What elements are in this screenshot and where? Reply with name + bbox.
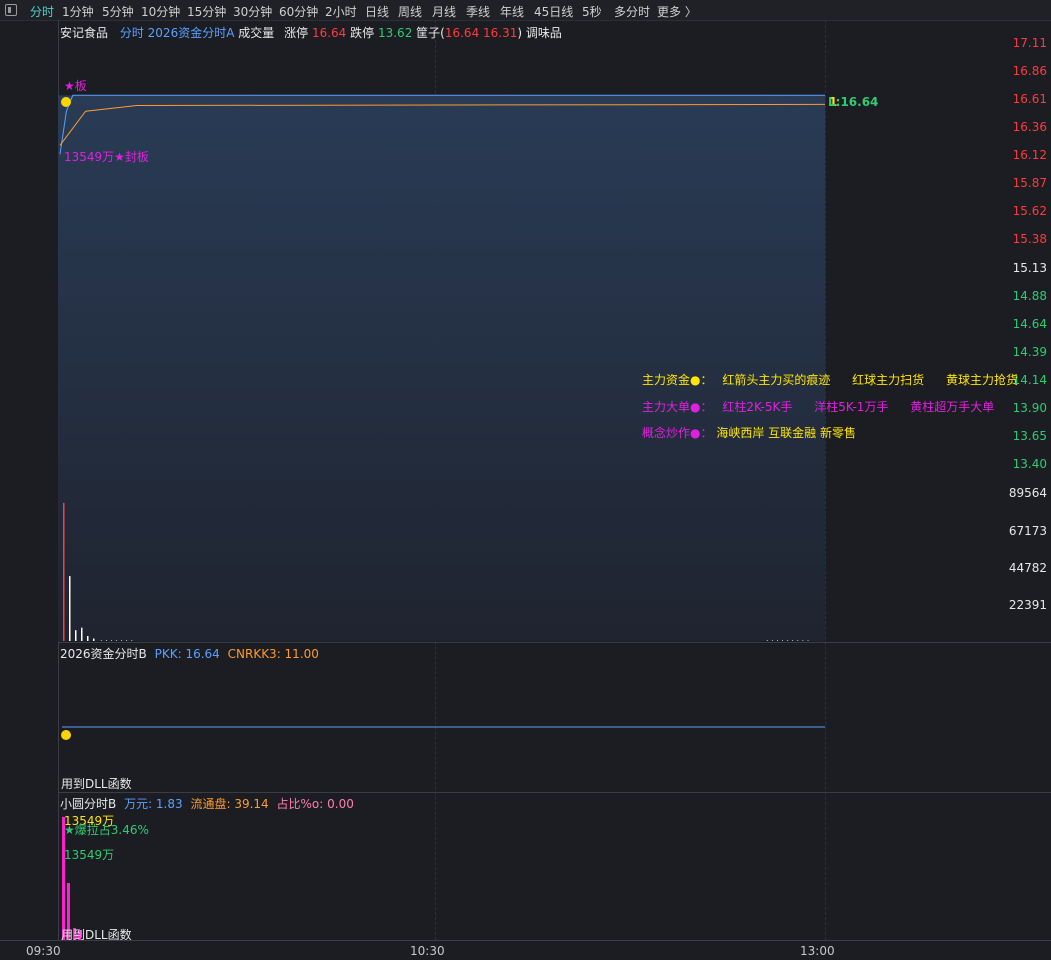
volume-bar bbox=[75, 630, 77, 641]
note-title: 主力大单●： bbox=[642, 400, 713, 414]
seal-board-tag: 13549万★封板 bbox=[64, 150, 149, 164]
note-item: 洋柱5K-1万手 bbox=[814, 400, 889, 414]
panel-c-title[interactable]: 小圆分时B bbox=[60, 797, 116, 811]
volume-bar bbox=[69, 576, 71, 641]
volume-dot-row: . . . . . . . bbox=[100, 634, 133, 643]
note-row-big-orders: 主力大单●： 红柱2K-5K手 洋柱5K-1万手 黄柱超万手大单 bbox=[642, 398, 994, 415]
last-price-label-text: L:16.64 bbox=[828, 95, 879, 109]
volume-bar bbox=[63, 502, 65, 641]
panel-c-amount-label-2: 13549万 bbox=[64, 848, 115, 862]
note-item: 海峡西岸 互联金融 新零售 bbox=[716, 426, 856, 440]
note-item: 黄球主力抢货 bbox=[946, 373, 1019, 387]
note-item: 黄柱超万手大单 bbox=[910, 400, 995, 414]
limit-up-dot bbox=[61, 97, 71, 107]
note-row-concepts: 概念炒作●： 海峡西岸 互联金融 新零售 bbox=[642, 424, 856, 441]
last-price-label: 1 L:16.64 bbox=[828, 95, 878, 109]
note-item: 红球主力扫货 bbox=[852, 373, 925, 387]
volume-bar bbox=[93, 638, 95, 641]
panel-b-title[interactable]: 2026资金分时B bbox=[60, 647, 147, 661]
panel-b-header: 2026资金分时B PKK: 16.64 CNRKK3: 11.00 bbox=[60, 645, 319, 662]
time-axis: 09:30 10:30 13:00 bbox=[0, 940, 1051, 960]
time-tick: 10:30 bbox=[410, 944, 445, 958]
note-item: 红柱2K-5K手 bbox=[722, 400, 793, 414]
time-tick: 09:30 bbox=[26, 944, 61, 958]
panel-b-footer: 用到DLL函数 bbox=[61, 777, 132, 791]
volume-bar bbox=[87, 636, 89, 641]
note-title: 主力资金●： bbox=[642, 373, 713, 387]
cnrkk-value: CNRKK3: 11.00 bbox=[227, 647, 319, 661]
time-tick: 13:00 bbox=[800, 944, 835, 958]
panel-c-surge-label: ★爆拉占3.46% bbox=[64, 823, 149, 837]
volume-dot-row: . . . . . . . . . bbox=[766, 634, 809, 643]
main-chart-svg: . . . . . . . . . . . . . . . . bbox=[58, 94, 826, 940]
pkk-value: PKK: 16.64 bbox=[154, 647, 220, 661]
wanyuan-value: 万元: 1.83 bbox=[124, 797, 183, 811]
note-item: 红箭头主力买的痕迹 bbox=[722, 373, 831, 387]
pkk-dot bbox=[61, 730, 71, 740]
volume-bar bbox=[81, 627, 83, 641]
board-tag: ★板 bbox=[64, 79, 87, 93]
ratio-value: 占比%o: 0.00 bbox=[276, 797, 354, 811]
panel-c-header: 小圆分时B 万元: 1.83 流通盘: 39.14 占比%o: 0.00 bbox=[60, 795, 354, 812]
float-cap-value: 流通盘: 39.14 bbox=[190, 797, 269, 811]
note-row-main-funds: 主力资金●： 红箭头主力买的痕迹 红球主力扫货 黄球主力抢货 bbox=[642, 371, 1018, 388]
price-fill-area bbox=[58, 95, 825, 642]
note-title: 概念炒作●： bbox=[642, 426, 713, 440]
